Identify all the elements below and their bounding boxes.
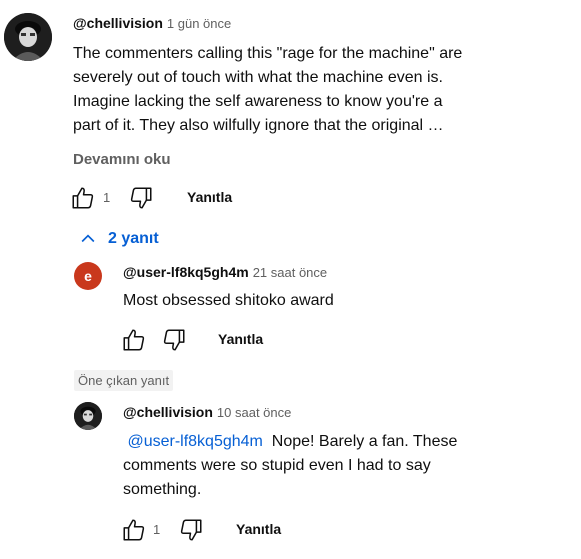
thumbs-up-icon: [123, 519, 145, 541]
reply-text-line: @user-lf8kq5gh4m Nope! Barely a fan. The…: [123, 430, 563, 454]
like-button[interactable]: [121, 517, 147, 543]
thumbs-down-icon: [180, 519, 202, 541]
comment-author[interactable]: @chellivision 1 gün önce: [73, 15, 231, 31]
reply-avatar[interactable]: [74, 402, 102, 430]
thumbs-down-icon: [163, 329, 185, 351]
like-button[interactable]: [121, 327, 147, 353]
read-more-button[interactable]: Devamını oku: [73, 151, 171, 168]
author-name[interactable]: @chellivision: [123, 404, 213, 420]
comment-text-line: Imagine lacking the self awareness to kn…: [73, 93, 443, 110]
reply-author[interactable]: @user-lf8kq5gh4m 21 saat önce: [123, 264, 327, 280]
replies-count[interactable]: 2 yanıt: [108, 230, 159, 248]
reply-timestamp[interactable]: 10 saat önce: [217, 405, 291, 420]
thumbs-up-icon: [123, 329, 145, 351]
comment-text-line: part of it. They also wilfully ignore th…: [73, 117, 444, 134]
comment-timestamp[interactable]: 1 gün önce: [167, 16, 231, 31]
thumbs-down-icon: [130, 187, 152, 209]
avatar-letter: e: [84, 268, 92, 284]
dislike-button[interactable]: [178, 517, 204, 543]
chevron-up-icon: [81, 234, 95, 243]
like-button[interactable]: [70, 185, 96, 211]
reply-text-line: something.: [123, 481, 202, 498]
avatar[interactable]: [4, 13, 52, 61]
reply-button[interactable]: Yanıtla: [187, 189, 232, 205]
reply-text-segment: Nope! Barely a fan. These: [271, 433, 458, 450]
replies-toggle[interactable]: 2 yanıt: [78, 229, 159, 249]
mention-link[interactable]: @user-lf8kq5gh4m: [127, 433, 262, 450]
thumbs-up-icon: [72, 187, 94, 209]
author-name[interactable]: @user-lf8kq5gh4m: [123, 264, 249, 280]
reply-button[interactable]: Yanıtla: [236, 521, 281, 537]
comment-text-line: severely out of touch with what the mach…: [73, 69, 443, 86]
reply-timestamp[interactable]: 21 saat önce: [253, 265, 327, 280]
reply-avatar[interactable]: e: [74, 262, 102, 290]
reply-text: Most obsessed shitoko award: [123, 292, 334, 309]
comment-text: The commenters calling this "rage for th…: [73, 42, 573, 138]
dislike-button[interactable]: [161, 327, 187, 353]
dislike-button[interactable]: [128, 185, 154, 211]
comment-text-line: The commenters calling this "rage for th…: [73, 45, 463, 62]
like-count: 1: [153, 522, 161, 537]
reply-button[interactable]: Yanıtla: [218, 331, 263, 347]
highlighted-reply-badge: Öne çıkan yanıt: [74, 370, 174, 391]
reply-text: @user-lf8kq5gh4m Nope! Barely a fan. The…: [123, 430, 563, 502]
author-name[interactable]: @chellivision: [73, 15, 163, 31]
like-count: 1: [103, 190, 111, 205]
reply-author[interactable]: @chellivision 10 saat önce: [123, 404, 291, 420]
reply-text-line: comments were so stupid even I had to sa…: [123, 457, 431, 474]
